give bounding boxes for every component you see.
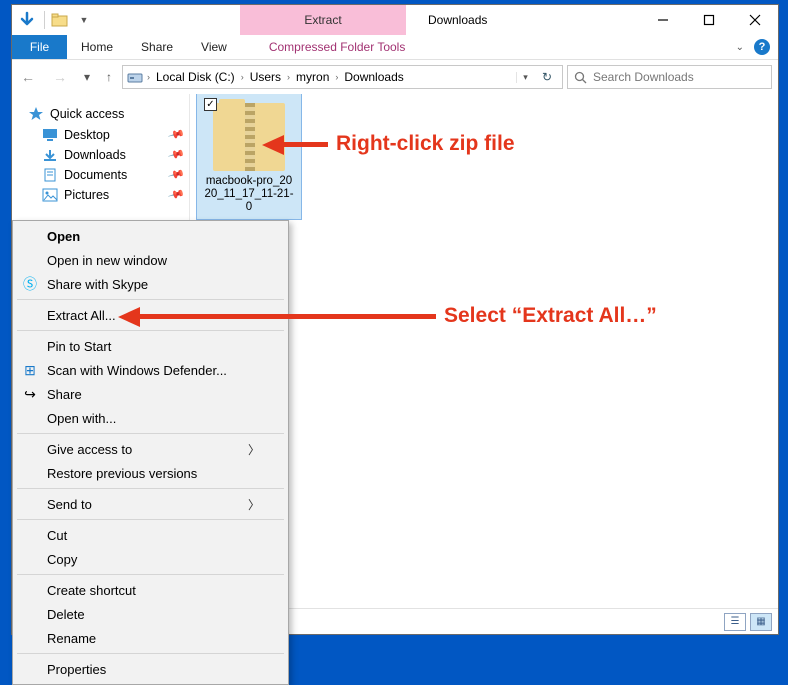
desktop-icon — [42, 128, 58, 142]
sidebar-item-downloads[interactable]: Downloads 📌 — [42, 148, 189, 162]
chevron-icon[interactable]: › — [333, 72, 340, 82]
tab-home[interactable]: Home — [67, 35, 127, 59]
nav-recent-dropdown[interactable]: ▾ — [78, 70, 96, 84]
menu-label: Scan with Windows Defender... — [47, 363, 227, 378]
nav-up-button[interactable]: ↑ — [100, 70, 118, 84]
titlebar: ▼ Extract Downloads — [12, 5, 778, 35]
sidebar-item-label: Pictures — [64, 188, 169, 202]
ribbon-expand-icon[interactable]: ⌄ — [736, 42, 744, 53]
pin-icon: 📌 — [166, 185, 185, 204]
file-checkbox[interactable]: ✓ — [204, 98, 217, 111]
quick-access-label: Quick access — [50, 107, 124, 121]
new-folder-icon[interactable] — [49, 9, 71, 31]
pin-icon: 📌 — [166, 145, 185, 164]
menu-share-skype[interactable]: Ⓢ Share with Skype — [15, 272, 286, 296]
window-title: Downloads — [428, 13, 487, 27]
file-item-zip[interactable]: ✓ macbook-pro_2020_11_17_11-21-0 — [196, 94, 302, 220]
menu-delete[interactable]: Delete — [15, 602, 286, 626]
close-button[interactable] — [732, 5, 778, 35]
maximize-button[interactable] — [686, 5, 732, 35]
sidebar-item-documents[interactable]: Documents 📌 — [42, 168, 189, 182]
details-view-button[interactable]: ☰ — [724, 613, 746, 631]
star-icon — [28, 106, 44, 122]
pin-icon: 📌 — [166, 125, 185, 144]
chevron-icon[interactable]: › — [145, 72, 152, 82]
ribbon-tabs: File Home Share View Compressed Folder T… — [12, 35, 778, 60]
menu-label: Send to — [47, 497, 92, 512]
nav-back-button[interactable]: ← — [14, 63, 42, 91]
chevron-icon[interactable]: › — [285, 72, 292, 82]
menu-cut[interactable]: Cut — [15, 523, 286, 547]
share-icon: ↪ — [21, 386, 39, 403]
crumb-users[interactable]: Users — [248, 70, 283, 84]
pin-icon: 📌 — [166, 165, 185, 184]
address-row: ← → ▾ ↑ › Local Disk (C:) › Users › myro… — [12, 60, 778, 94]
sidebar-item-label: Downloads — [64, 148, 169, 162]
sidebar-item-label: Documents — [64, 168, 169, 182]
annotation-extract-all: Select “Extract All…” — [444, 304, 657, 328]
documents-icon — [42, 168, 58, 182]
context-menu: Open Open in new window Ⓢ Share with Skyp… — [12, 220, 289, 685]
tab-compressed-folder-tools[interactable]: Compressed Folder Tools — [255, 35, 420, 59]
large-icons-view-button[interactable]: ▦ — [750, 613, 772, 631]
tab-share[interactable]: Share — [127, 35, 187, 59]
address-bar[interactable]: › Local Disk (C:) › Users › myron › Down… — [122, 65, 563, 89]
tab-view[interactable]: View — [187, 35, 241, 59]
menu-pin-to-start[interactable]: Pin to Start — [15, 334, 286, 358]
menu-share[interactable]: ↪ Share — [15, 382, 286, 406]
nav-forward-button[interactable]: → — [46, 63, 74, 91]
sidebar-item-desktop[interactable]: Desktop 📌 — [42, 128, 189, 142]
sidebar-item-label: Desktop — [64, 128, 169, 142]
menu-scan-defender[interactable]: ⊞ Scan with Windows Defender... — [15, 358, 286, 382]
sidebar-item-pictures[interactable]: Pictures 📌 — [42, 188, 189, 202]
submenu-arrow-icon: 〉 — [248, 496, 260, 513]
quick-access-toolbar: ▼ — [12, 5, 101, 35]
menu-create-shortcut[interactable]: Create shortcut — [15, 578, 286, 602]
menu-label: Give access to — [47, 442, 132, 457]
quick-access-header[interactable]: Quick access — [28, 106, 189, 122]
skype-icon: Ⓢ — [21, 274, 39, 294]
menu-give-access[interactable]: Give access to 〉 — [15, 437, 286, 461]
menu-rename[interactable]: Rename — [15, 626, 286, 650]
crumb-myron[interactable]: myron — [294, 70, 331, 84]
menu-label: Share with Skype — [47, 277, 148, 292]
menu-send-to[interactable]: Send to 〉 — [15, 492, 286, 516]
qat-dropdown-icon[interactable]: ▼ — [73, 9, 95, 31]
help-icon[interactable]: ? — [754, 39, 770, 55]
search-placeholder: Search Downloads — [593, 70, 694, 84]
file-tab[interactable]: File — [12, 35, 67, 59]
defender-shield-icon: ⊞ — [21, 362, 39, 379]
menu-open-new-window[interactable]: Open in new window — [15, 248, 286, 272]
menu-open[interactable]: Open — [15, 224, 286, 248]
minimize-button[interactable] — [640, 5, 686, 35]
file-name: macbook-pro_2020_11_17_11-21-0 — [201, 175, 297, 217]
drive-icon — [127, 69, 143, 85]
search-input[interactable]: Search Downloads — [567, 65, 772, 89]
downloads-icon — [42, 148, 58, 162]
search-icon — [574, 71, 587, 84]
submenu-arrow-icon: 〉 — [248, 441, 260, 458]
contextual-tab-extract[interactable]: Extract — [240, 5, 406, 35]
window-controls — [640, 5, 778, 35]
down-arrow-icon[interactable] — [16, 9, 38, 31]
menu-restore-versions[interactable]: Restore previous versions — [15, 461, 286, 485]
menu-label: Share — [47, 387, 82, 402]
pictures-icon — [42, 188, 58, 202]
chevron-icon[interactable]: › — [239, 72, 246, 82]
refresh-icon[interactable]: ↻ — [536, 70, 558, 84]
crumb-drive[interactable]: Local Disk (C:) — [154, 70, 237, 84]
crumb-downloads[interactable]: Downloads — [342, 70, 405, 84]
menu-copy[interactable]: Copy — [15, 547, 286, 571]
menu-properties[interactable]: Properties — [15, 657, 286, 681]
address-dropdown-icon[interactable]: ▾ — [516, 72, 534, 83]
annotation-right-click: Right-click zip file — [336, 132, 515, 156]
menu-open-with[interactable]: Open with... — [15, 406, 286, 430]
